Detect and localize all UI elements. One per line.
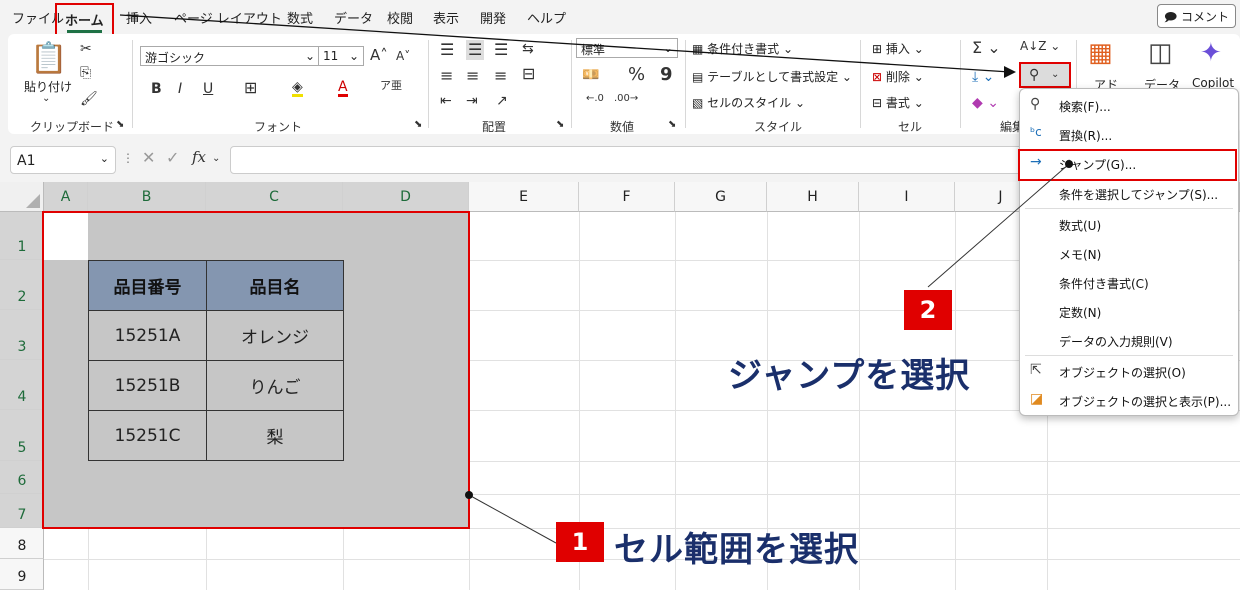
- step-1-badge: 1: [556, 522, 604, 562]
- arrow-head-icon: [1004, 66, 1016, 78]
- callout-line: [468, 494, 557, 544]
- step-2-caption: ジャンプを選択: [728, 356, 971, 396]
- arrow-line: [119, 14, 1011, 73]
- step-1-caption: セル範囲を選択: [614, 530, 859, 570]
- annotation-lines: [119, 14, 1073, 544]
- callout-dot: [465, 491, 473, 499]
- callout-dot: [1065, 160, 1073, 168]
- callout-line: [927, 163, 1070, 288]
- step-2-badge: 2: [904, 290, 952, 330]
